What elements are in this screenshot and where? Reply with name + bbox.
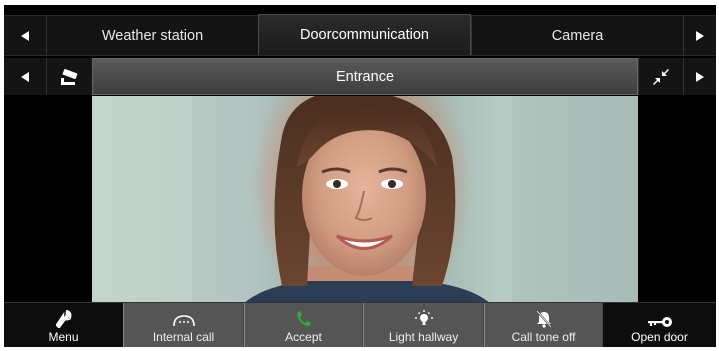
camera-bar: Entrance — [4, 58, 716, 95]
bell-off-icon — [535, 310, 552, 328]
camera-next-button[interactable] — [683, 58, 716, 95]
open-door-button[interactable]: Open door — [603, 303, 716, 347]
call-tone-off-button[interactable]: Call tone off — [484, 303, 603, 347]
light-bulb-icon — [414, 310, 433, 325]
camera-select-button[interactable] — [46, 58, 92, 95]
camera-title: Entrance — [92, 58, 638, 95]
accept-label: Accept — [285, 330, 322, 344]
arrow-left-icon — [21, 71, 29, 82]
arrow-left-icon — [21, 30, 29, 41]
shrink-view-button[interactable] — [638, 58, 683, 95]
call-tone-off-label: Call tone off — [511, 330, 576, 344]
door-communication-screen: Weather station Doorcommunication Camera… — [4, 5, 716, 347]
light-hallway-button[interactable]: Light hallway — [363, 303, 484, 347]
tabs-next-button[interactable] — [683, 16, 716, 55]
tab-doorcommunication[interactable]: Doorcommunication — [258, 14, 471, 55]
key-icon — [647, 317, 672, 327]
shrink-arrows-icon — [653, 68, 669, 85]
tab-weather-station[interactable]: Weather station — [46, 16, 258, 55]
menu-label: Menu — [48, 330, 79, 344]
intercom-handset-icon — [172, 315, 195, 327]
menu-button[interactable]: Menu — [4, 303, 123, 347]
action-bar: Menu Internal call Accept Light hallway … — [4, 302, 716, 347]
tab-camera[interactable]: Camera — [471, 16, 683, 55]
wrench-icon — [55, 310, 71, 328]
video-image — [92, 96, 638, 305]
internal-call-label: Internal call — [152, 330, 215, 344]
arrow-right-icon — [696, 71, 704, 82]
light-hallway-label: Light hallway — [388, 330, 459, 344]
accept-button[interactable]: Accept — [244, 303, 363, 347]
top-tab-bar: Weather station Doorcommunication Camera — [4, 14, 716, 56]
internal-call-button[interactable]: Internal call — [123, 303, 244, 347]
security-camera-icon — [60, 68, 77, 85]
tabs-prev-button[interactable] — [4, 16, 46, 55]
phone-accept-icon — [296, 311, 311, 326]
open-door-label: Open door — [631, 330, 688, 344]
camera-prev-button[interactable] — [4, 58, 46, 95]
camera-video-feed — [92, 96, 638, 305]
arrow-right-icon — [696, 30, 704, 41]
